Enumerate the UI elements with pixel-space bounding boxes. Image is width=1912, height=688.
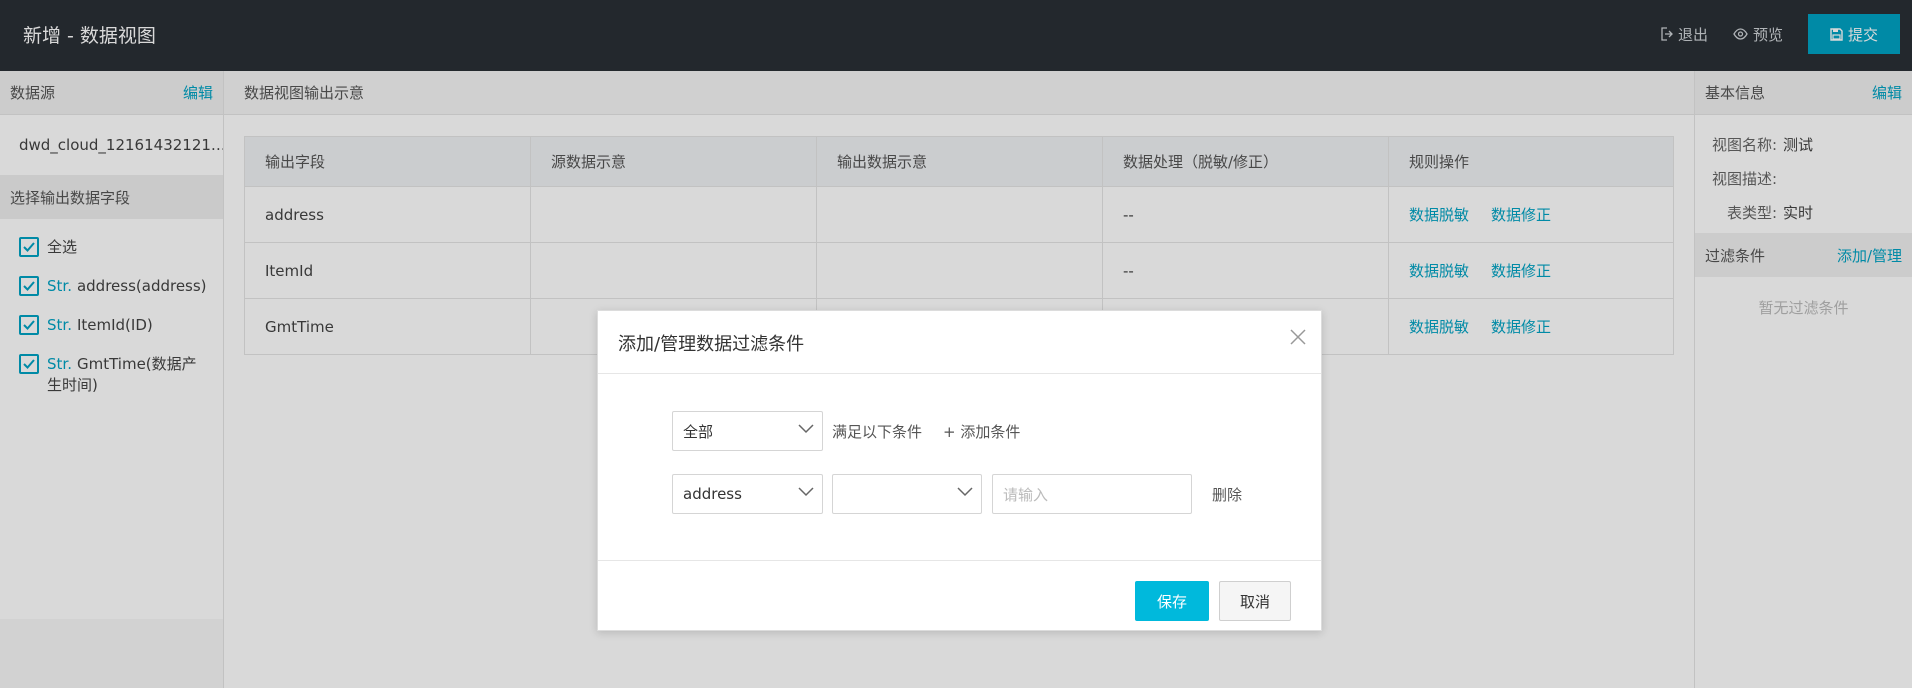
match-mode-value: 全部 — [683, 422, 714, 441]
dialog-title: 添加/管理数据过滤条件 — [618, 334, 805, 355]
match-mode-text: 满足以下条件 — [832, 423, 923, 441]
add-condition-link[interactable]: + 添加条件 — [943, 421, 1020, 442]
close-icon[interactable] — [1289, 328, 1307, 346]
condition-field-select[interactable]: address — [672, 474, 823, 514]
chevron-down-icon — [798, 487, 814, 497]
condition-value-placeholder: 请输入 — [1003, 485, 1049, 504]
dialog-body: 全部 满足以下条件 + 添加条件 address 请输入 删除 — [598, 374, 1321, 561]
chevron-down-icon — [957, 487, 973, 497]
condition-operator-select[interactable] — [832, 474, 982, 514]
dialog-header: 添加/管理数据过滤条件 — [598, 311, 1321, 374]
match-mode-select[interactable]: 全部 — [672, 411, 823, 451]
dialog-footer: 保存 取消 — [598, 561, 1321, 631]
cancel-button[interactable]: 取消 — [1219, 581, 1291, 621]
condition-value-input[interactable]: 请输入 — [992, 474, 1192, 514]
filter-dialog: 添加/管理数据过滤条件 全部 满足以下条件 + 添加条件 address 请输入… — [597, 310, 1322, 631]
save-button[interactable]: 保存 — [1135, 581, 1209, 621]
chevron-down-icon — [798, 424, 814, 434]
condition-field-value: address — [683, 485, 742, 503]
delete-condition-link[interactable]: 删除 — [1212, 484, 1242, 505]
